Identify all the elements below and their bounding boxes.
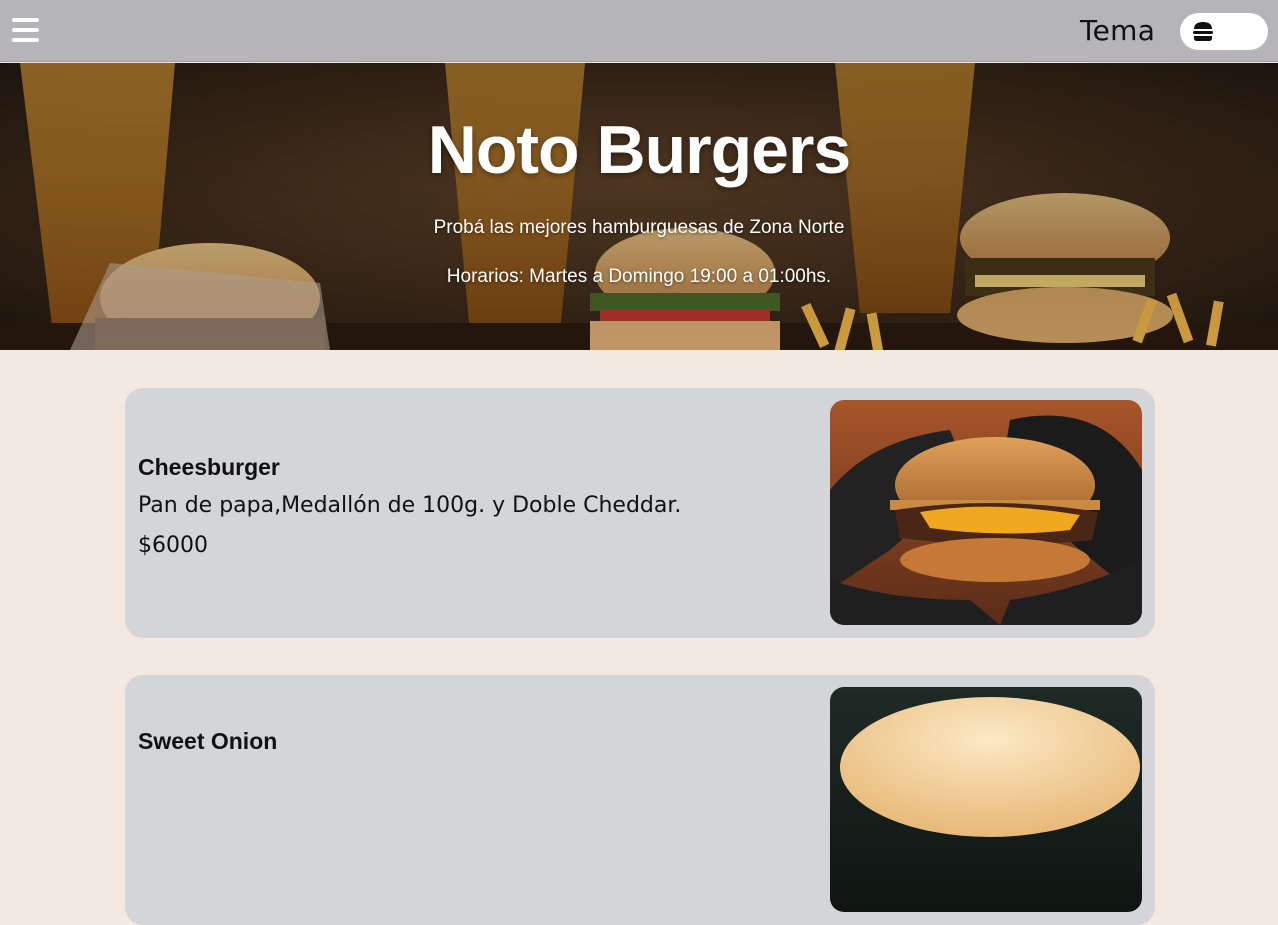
top-navbar: Tema xyxy=(0,0,1278,62)
theme-toggle[interactable] xyxy=(1180,13,1268,50)
menu-item-card: Sweet Onion xyxy=(125,675,1155,925)
hero-title: Noto Burgers xyxy=(427,112,851,188)
menu-item-price: $6000 xyxy=(138,533,208,558)
hero-hours: Horarios: Martes a Domingo 19:00 a 01:00… xyxy=(446,266,832,287)
menu-item-name: Sweet Onion xyxy=(138,728,278,754)
menu-item-photo xyxy=(830,400,1142,625)
menu-item-photo xyxy=(830,687,1142,912)
burger-icon xyxy=(1192,21,1214,42)
menu-item-card: Cheesburger Pan de papa,Medallón de 100g… xyxy=(125,388,1155,638)
hamburger-menu-icon[interactable] xyxy=(12,18,39,44)
hero-background-image xyxy=(0,63,1278,350)
menu-item-name: Cheesburger xyxy=(138,454,280,480)
menu-item-description: Pan de papa,Medallón de 100g. y Doble Ch… xyxy=(138,493,682,518)
hero-banner: Noto Burgers Probá las mejores hamburgue… xyxy=(0,63,1278,350)
hero-subtitle: Probá las mejores hamburguesas de Zona N… xyxy=(433,217,845,238)
theme-label: Tema xyxy=(1080,14,1156,47)
